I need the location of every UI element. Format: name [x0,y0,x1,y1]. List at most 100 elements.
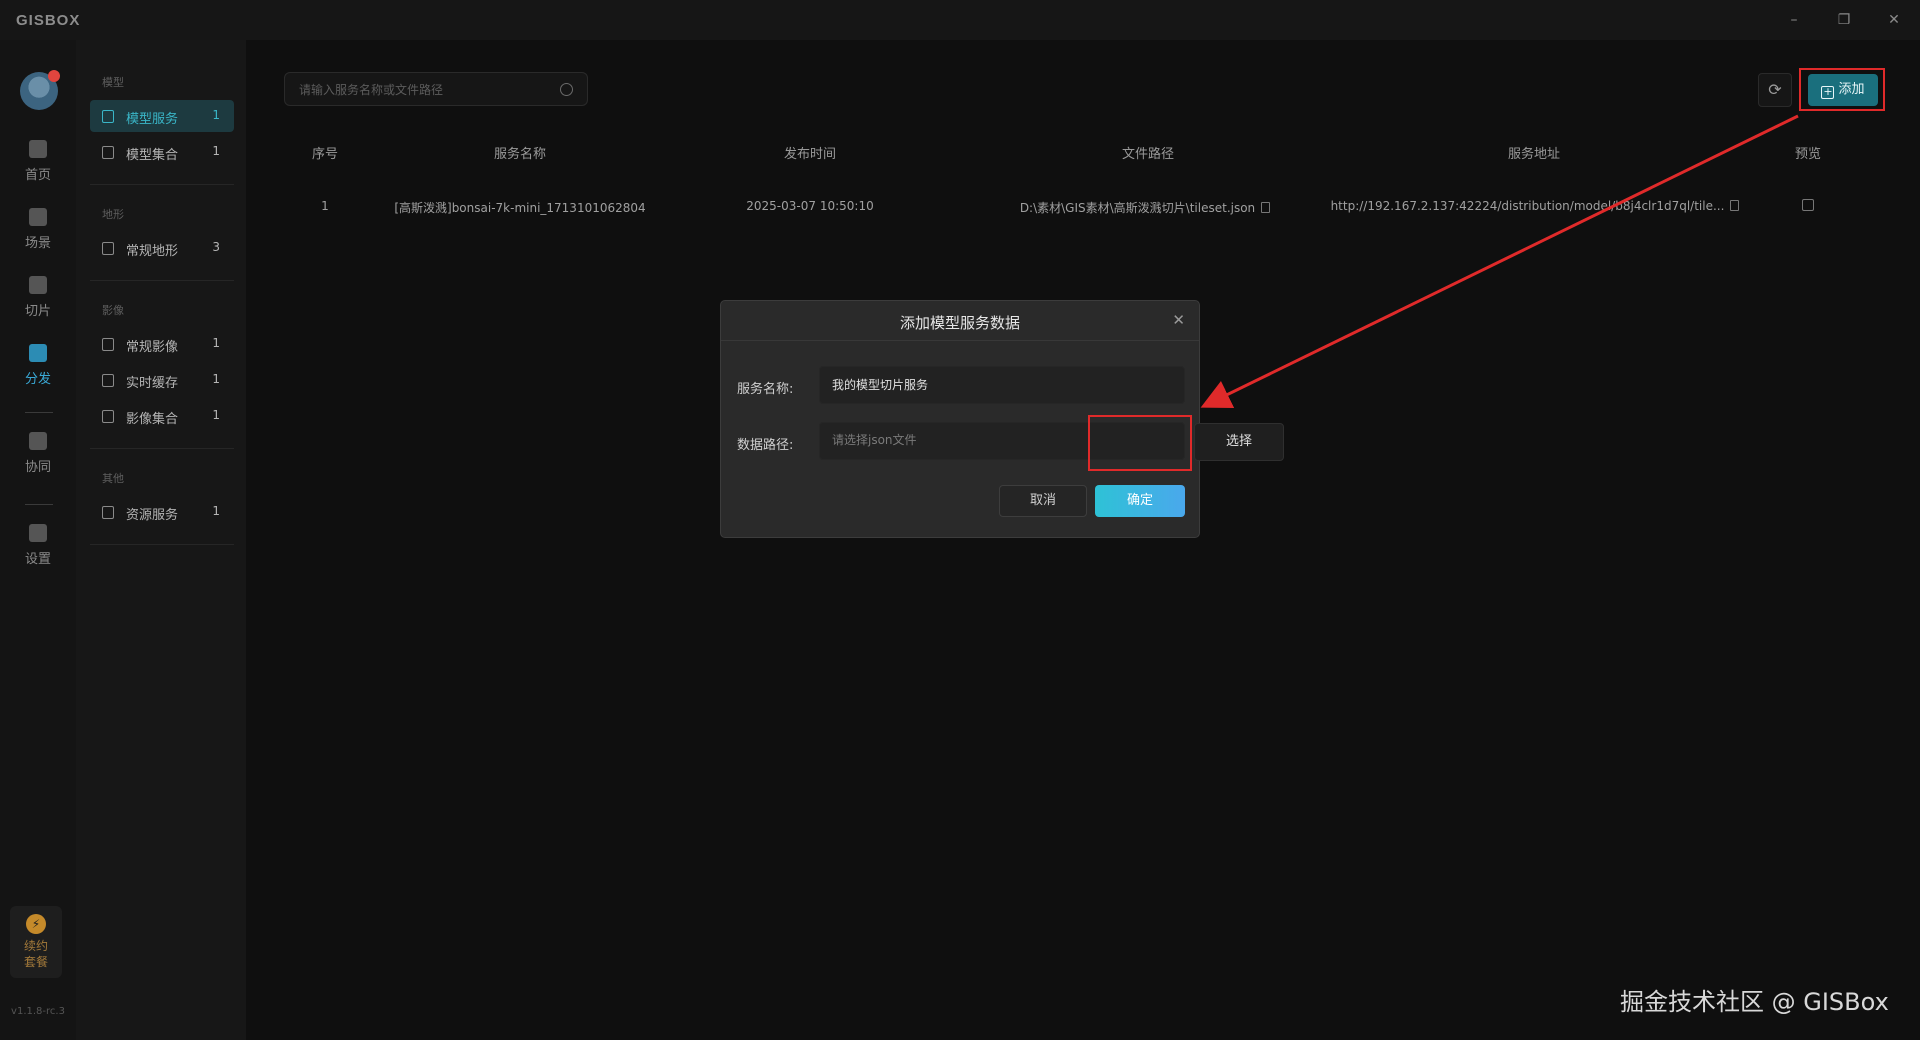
resource-icon [102,506,114,519]
column-header: 服务地址 [1507,147,1560,162]
model-icon [102,146,114,159]
rail-item-tile[interactable]: 切片 [0,276,76,336]
column-header: 预览 [1794,147,1821,162]
notification-badge [48,70,60,82]
sidebar-divider [90,544,234,545]
cell-index: 1 [321,199,329,213]
rail-divider [25,504,53,505]
home-icon [29,140,47,158]
imagery-icon [102,410,114,423]
data-path-input[interactable] [832,433,1082,447]
sidebar-item-count: 1 [212,504,220,518]
terrain-icon [102,242,114,255]
model-icon [102,110,114,123]
cell-publish-time: 2025-03-07 10:50:10 [746,199,874,213]
refresh-icon: ⟳ [1768,80,1782,99]
sidebar-item-count: 1 [212,144,220,158]
tile-icon [29,276,47,294]
column-header: 文件路径 [1121,147,1174,162]
rail-label: 首页 [24,168,51,183]
sidebar-item-count: 1 [212,408,220,422]
confirm-button[interactable]: 确定 [1095,485,1185,517]
icon-rail: 首页 场景 切片 分发 协同 设置 ⚡ 续约 套餐 v1.1.8-rc.3 [0,40,76,1040]
sidebar-item-label: 模型集合 [126,148,179,163]
imagery-icon [102,338,114,351]
refresh-button[interactable]: ⟳ [1758,73,1792,107]
cell-service-url: http://192.167.2.137:42224/distribution/… [1330,199,1740,213]
preview-icon[interactable] [1802,199,1814,211]
sidebar-item-imagery-collection[interactable]: 影像集合 1 [90,400,234,432]
dialog-header: 添加模型服务数据 ✕ [721,301,1199,341]
sidebar-item-count: 3 [212,240,220,254]
restore-button[interactable]: ❐ [1824,8,1864,32]
sidebar-item-resource-service[interactable]: 资源服务 1 [90,496,234,528]
app-logo: GISBOX [16,12,81,29]
minimize-button[interactable]: – [1774,8,1814,32]
sidebar-item-label: 影像集合 [126,412,179,427]
search-box[interactable] [284,72,588,106]
sidebar-item-label: 常规地形 [126,244,179,259]
highlight-box-add [1799,68,1885,111]
sidebar-item-count: 1 [212,372,220,386]
cell-file-path: D:\素材\GIS素材\高斯泼溅切片\tileset.json [1000,199,1290,216]
cancel-button[interactable]: 取消 [999,485,1087,517]
rail-label: 协同 [24,460,51,475]
scene-icon [29,208,47,226]
rail-item-settings[interactable]: 设置 [0,524,76,584]
group-title-other: 其他 [102,472,124,485]
sidebar-item-count: 1 [212,108,220,122]
imagery-icon [102,374,114,387]
search-icon[interactable] [560,83,573,96]
renew-label: 套餐 [23,955,48,969]
sidebar-item-label: 资源服务 [126,508,179,523]
service-name-label: 服务名称: [737,382,794,397]
sidebar-item-model-service[interactable]: 模型服务 1 [90,100,234,132]
column-header: 序号 [311,147,338,162]
rail-label: 切片 [24,304,51,319]
sidebar-item-terrain[interactable]: 常规地形 3 [90,232,234,264]
renew-plan-button[interactable]: ⚡ 续约 套餐 [10,906,62,978]
sidebar-item-label: 实时缓存 [126,376,179,391]
category-sidebar: 模型 模型服务 1 模型集合 1 地形 常规地形 3 影像 常规影像 1 实时缓… [76,40,246,1040]
rail-label: 分发 [24,372,51,387]
rail-item-scene[interactable]: 场景 [0,208,76,268]
main-content [246,40,1920,1040]
highlight-box-choose [1088,415,1192,471]
sidebar-item-count: 1 [212,336,220,350]
version-label: v1.1.8-rc.3 [11,1006,65,1017]
sidebar-item-model-collection[interactable]: 模型集合 1 [90,136,234,168]
column-header: 发布时间 [783,147,836,162]
choose-file-button[interactable]: 选择 [1194,423,1284,461]
rail-item-home[interactable]: 首页 [0,140,76,200]
collaborate-icon [29,432,47,450]
sidebar-item-realtime-cache[interactable]: 实时缓存 1 [90,364,234,396]
rail-item-distribute[interactable]: 分发 [0,344,76,404]
copy-icon[interactable] [1261,202,1271,213]
rail-item-collaborate[interactable]: 协同 [0,432,76,492]
rail-label: 设置 [24,552,51,567]
copy-icon[interactable] [1730,200,1740,211]
settings-icon [29,524,47,542]
service-name-field[interactable] [819,366,1185,404]
column-header: 服务名称 [493,147,546,162]
data-path-label: 数据路径: [737,438,794,453]
bolt-icon: ⚡ [26,914,46,934]
sidebar-item-imagery[interactable]: 常规影像 1 [90,328,234,360]
distribute-icon [29,344,47,362]
service-url-text: http://192.167.2.137:42224/distribution/… [1330,199,1725,213]
rail-divider [25,412,53,413]
close-icon[interactable]: ✕ [1172,311,1185,329]
title-bar: GISBOX – ❐ ✕ [0,0,1920,40]
sidebar-item-label: 常规影像 [126,340,179,355]
group-title-model: 模型 [102,76,124,89]
sidebar-item-label: 模型服务 [126,112,179,127]
watermark: 掘金技术社区 @ GISBox [1620,988,1889,1016]
sidebar-divider [90,280,234,281]
dialog-title: 添加模型服务数据 [899,314,1020,332]
renew-label: 续约 [23,939,48,953]
search-input[interactable] [299,80,549,100]
close-window-button[interactable]: ✕ [1874,8,1914,32]
sidebar-divider [90,184,234,185]
file-path-text: D:\素材\GIS素材\高斯泼溅切片\tileset.json [1019,201,1256,215]
service-name-input[interactable] [832,377,1082,391]
